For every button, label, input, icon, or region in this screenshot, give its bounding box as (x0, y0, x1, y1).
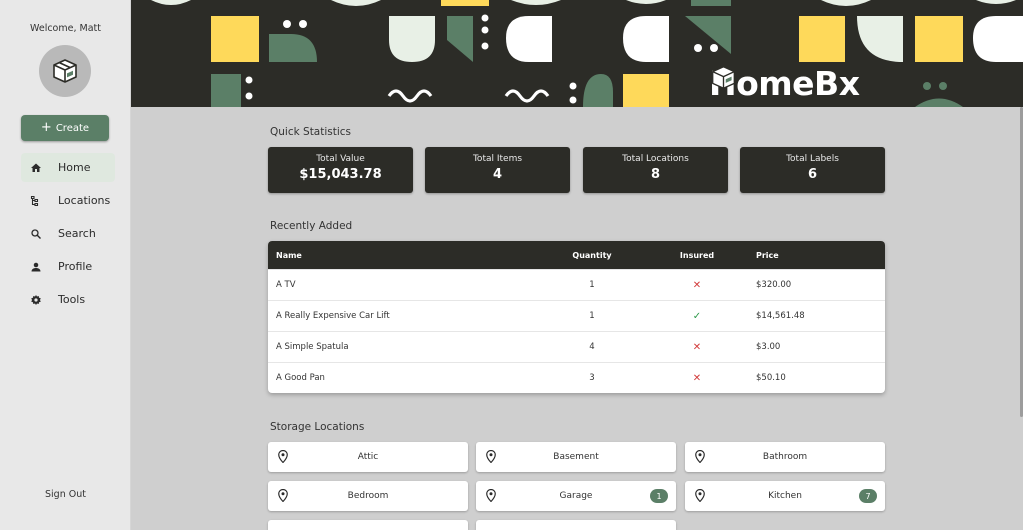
header-banner: HomeB x (131, 0, 1023, 107)
map-pin-icon (695, 450, 705, 463)
create-button[interactable]: + Create (21, 115, 109, 141)
recently-added-table: Name Quantity Insured Price A TV 1 ✕ $32… (268, 241, 885, 393)
location-name: Kitchen (768, 491, 802, 501)
person-icon (21, 261, 51, 273)
stat-card-total-locations: Total Locations 8 (583, 147, 728, 193)
item-price: $3.00 (756, 342, 781, 352)
item-count-badge: 7 (859, 489, 877, 503)
create-button-label: Create (55, 122, 90, 134)
stat-title: Total Locations (622, 154, 689, 164)
map-pin-icon (486, 489, 496, 502)
map-pin-icon (695, 489, 705, 502)
item-name: A Good Pan (276, 373, 325, 383)
banner-pattern (151, 0, 1023, 107)
home-icon (21, 162, 51, 174)
map-pin-icon (278, 450, 288, 463)
item-quantity: 4 (589, 342, 595, 352)
column-header-price[interactable]: Price (756, 241, 779, 269)
item-count-badge: 1 (650, 489, 668, 503)
location-card-partial[interactable] (476, 520, 676, 530)
welcome-text: Welcome, Matt (30, 23, 101, 34)
sidebar-item-search[interactable]: Search (21, 219, 115, 248)
location-card-bathroom[interactable]: Bathroom (685, 442, 885, 472)
location-card-basement[interactable]: Basement (476, 442, 676, 472)
avatar[interactable] (39, 45, 91, 97)
location-card-bedroom[interactable]: Bedroom (268, 481, 468, 511)
sidebar-item-locations[interactable]: Locations (21, 186, 115, 215)
table-row[interactable]: A Really Expensive Car Lift 1 ✓ $14,561.… (268, 300, 885, 331)
column-header-insured[interactable]: Insured (680, 241, 714, 269)
x-icon: ✕ (692, 279, 702, 291)
check-icon: ✓ (692, 310, 702, 322)
stat-card-total-labels: Total Labels 6 (740, 147, 885, 193)
location-card-kitchen[interactable]: Kitchen 7 (685, 481, 885, 511)
sidebar-item-label: Tools (58, 293, 86, 306)
column-header-name[interactable]: Name (276, 241, 302, 269)
stat-title: Total Items (472, 154, 523, 164)
x-icon: ✕ (692, 341, 702, 353)
table-row[interactable]: A TV 1 ✕ $320.00 (268, 269, 885, 300)
location-name: Basement (553, 452, 599, 462)
stat-value: 8 (650, 167, 661, 182)
item-price: $320.00 (756, 280, 792, 290)
storage-locations-title: Storage Locations (270, 421, 365, 433)
table-row[interactable]: A Simple Spatula 4 ✕ $3.00 (268, 331, 885, 362)
location-name: Bathroom (762, 452, 808, 462)
brand-suffix: x (838, 64, 860, 103)
sidebar-item-label: Profile (58, 260, 93, 273)
stat-value: $15,043.78 (299, 167, 382, 182)
stat-title: Total Labels (786, 154, 839, 164)
sign-out-link[interactable]: Sign Out (0, 489, 131, 500)
sidebar-item-tools[interactable]: Tools (21, 285, 115, 314)
sidebar: Welcome, Matt + Create Home Locations Se… (0, 0, 131, 530)
item-quantity: 1 (589, 311, 595, 321)
location-name: Garage (559, 491, 593, 501)
location-card-garage[interactable]: Garage 1 (476, 481, 676, 511)
item-name: A Simple Spatula (276, 342, 349, 352)
sidebar-nav: Home Locations Search Profile Tools (21, 153, 115, 318)
location-name: Attic (357, 452, 379, 462)
item-name: A TV (276, 280, 296, 290)
location-name: Bedroom (347, 491, 389, 501)
stat-value: 4 (492, 167, 503, 182)
table-header: Name Quantity Insured Price (268, 241, 885, 269)
stat-title: Total Value (316, 154, 365, 164)
sidebar-item-home[interactable]: Home (21, 153, 115, 182)
sidebar-item-label: Search (58, 227, 96, 240)
location-card-attic[interactable]: Attic (268, 442, 468, 472)
sidebar-item-label: Locations (58, 194, 111, 207)
quick-statistics-title: Quick Statistics (270, 126, 352, 138)
brand-box-icon (712, 66, 735, 89)
box-icon (53, 59, 77, 83)
sidebar-item-profile[interactable]: Profile (21, 252, 115, 281)
stat-card-total-items: Total Items 4 (425, 147, 570, 193)
sidebar-item-label: Home (58, 161, 91, 174)
item-price: $50.10 (756, 373, 786, 383)
homebox-logo: HomeB x (709, 64, 860, 103)
tree-icon (21, 195, 51, 207)
column-header-quantity[interactable]: Quantity (572, 241, 611, 269)
item-quantity: 1 (589, 280, 595, 290)
map-pin-icon (486, 450, 496, 463)
item-price: $14,561.48 (756, 311, 805, 321)
stat-value: 6 (807, 167, 818, 182)
item-name: A Really Expensive Car Lift (276, 311, 390, 321)
location-card-partial[interactable] (268, 520, 468, 530)
gear-icon (21, 294, 51, 306)
stat-card-total-value: Total Value $15,043.78 (268, 147, 413, 193)
search-icon (21, 228, 51, 240)
plus-icon: + (40, 120, 52, 135)
map-pin-icon (278, 489, 288, 502)
item-quantity: 3 (589, 373, 595, 383)
table-row[interactable]: A Good Pan 3 ✕ $50.10 (268, 362, 885, 393)
x-icon: ✕ (692, 372, 702, 384)
recently-added-title: Recently Added (270, 220, 353, 232)
